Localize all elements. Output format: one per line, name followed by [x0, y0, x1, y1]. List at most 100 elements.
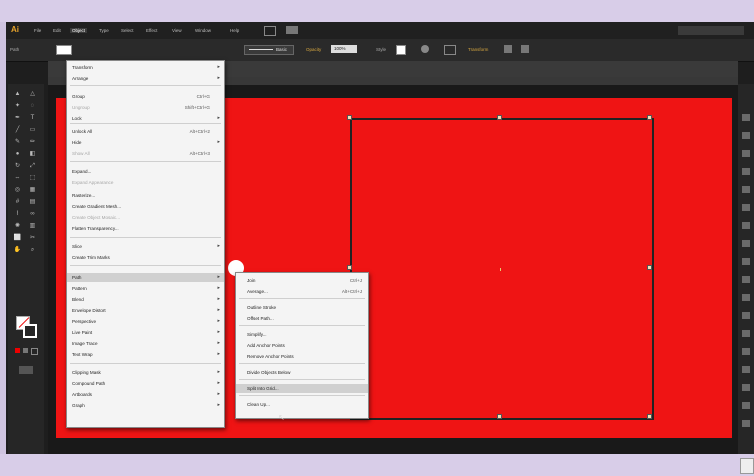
object-menu-item[interactable]: Compound Path ▸: [67, 379, 224, 388]
info-panel-icon[interactable]: [742, 420, 750, 427]
pathfinder-panel-icon[interactable]: [742, 330, 750, 337]
paintbrush-tool-icon[interactable]: ✎: [13, 138, 22, 146]
isolate-icon[interactable]: [504, 45, 512, 53]
arrange-documents-icon[interactable]: [286, 26, 298, 34]
handle-bottom-right[interactable]: [647, 414, 652, 419]
object-menu-item[interactable]: Graph ▸: [67, 401, 224, 410]
swatches-panel-icon[interactable]: [742, 132, 750, 139]
transform-panel-icon[interactable]: [742, 348, 750, 355]
style-swatch[interactable]: [396, 45, 406, 55]
opacity-label[interactable]: Opacity: [306, 47, 321, 52]
menu-window[interactable]: Window: [195, 28, 211, 33]
object-menu-item[interactable]: Perspective ▸: [67, 317, 224, 326]
path-submenu-item[interactable]: Remove Anchor Points: [236, 352, 368, 361]
transparency-panel-icon[interactable]: [742, 222, 750, 229]
artboards-panel-icon[interactable]: [742, 294, 750, 301]
none-mode-icon[interactable]: [31, 348, 38, 355]
layers-panel-icon[interactable]: [742, 276, 750, 283]
color-panel-icon[interactable]: [742, 114, 750, 121]
object-menu-item[interactable]: Clipping Mask ▸: [67, 368, 224, 377]
blend-tool-icon[interactable]: ∞: [28, 210, 37, 218]
width-tool-icon[interactable]: ⇔: [13, 174, 22, 182]
rotate-tool-icon[interactable]: ↻: [13, 162, 22, 170]
menu-select[interactable]: Select: [121, 28, 134, 33]
object-menu-item[interactable]: Flatten Transparency...: [67, 224, 224, 233]
menu-help[interactable]: Help: [230, 28, 239, 33]
object-menu-item[interactable]: Slice ▸: [67, 242, 224, 251]
hand-tool-icon[interactable]: ✋: [13, 246, 22, 254]
menu-object[interactable]: Object: [70, 28, 88, 33]
align-icon[interactable]: [444, 45, 456, 55]
links-panel-icon[interactable]: [742, 402, 750, 409]
object-menu-item[interactable]: Group Ctrl+G: [67, 92, 224, 101]
object-menu-item[interactable]: Path ▸: [67, 273, 224, 282]
line-tool-icon[interactable]: ╱: [13, 126, 22, 134]
stroke-color-box[interactable]: [23, 324, 37, 338]
handle-top-right[interactable]: [647, 115, 652, 120]
handle-top-left[interactable]: [347, 115, 352, 120]
object-menu-item[interactable]: Envelope Distort ▸: [67, 306, 224, 315]
object-menu-item[interactable]: Live Paint ▸: [67, 328, 224, 337]
path-submenu-item[interactable]: Divide Objects Below: [236, 368, 368, 377]
direct-selection-tool-icon[interactable]: △: [28, 90, 37, 98]
bridge-icon[interactable]: [264, 26, 276, 36]
perspective-grid-tool-icon[interactable]: ▦: [28, 186, 37, 194]
path-submenu-item[interactable]: Split Into Grid...: [236, 384, 368, 393]
object-menu-item[interactable]: Transform ▸: [67, 63, 224, 72]
brushes-panel-icon[interactable]: [742, 150, 750, 157]
handle-middle-left[interactable]: [347, 265, 352, 270]
path-submenu-item[interactable]: Average... Alt+Ctrl+J: [236, 287, 368, 296]
zoom-tool-icon[interactable]: ⌕: [28, 246, 37, 254]
paragraph-panel-icon[interactable]: [742, 384, 750, 391]
stroke-profile-dropdown[interactable]: Basic: [244, 45, 294, 55]
path-submenu-item[interactable]: Join Ctrl+J: [236, 276, 368, 285]
rectangle-tool-icon[interactable]: ▭: [28, 126, 37, 134]
character-panel-icon[interactable]: [742, 366, 750, 373]
object-menu-item[interactable]: Expand...: [67, 167, 224, 176]
free-transform-tool-icon[interactable]: ⬚: [28, 174, 37, 182]
object-menu-item[interactable]: Create Gradient Mesh...: [67, 202, 224, 211]
fill-swatch[interactable]: [56, 45, 72, 55]
graphic-styles-panel-icon[interactable]: [742, 258, 750, 265]
menu-effect[interactable]: Effect: [146, 28, 157, 33]
column-graph-tool-icon[interactable]: ▥: [28, 222, 37, 230]
handle-bottom-center[interactable]: [497, 414, 502, 419]
object-menu-item[interactable]: Hide ▸: [67, 138, 224, 147]
screen-mode-icon[interactable]: [19, 366, 33, 374]
gradient-panel-icon[interactable]: [742, 204, 750, 211]
align-panel-icon[interactable]: [742, 312, 750, 319]
mesh-tool-icon[interactable]: #: [13, 198, 22, 206]
slice-tool-icon[interactable]: ✂: [28, 234, 37, 242]
menu-file[interactable]: File: [34, 28, 41, 33]
menu-type[interactable]: Type: [99, 28, 109, 33]
magic-wand-tool-icon[interactable]: ✦: [13, 102, 22, 110]
recolor-icon[interactable]: [421, 45, 429, 53]
object-menu-item[interactable]: Create Trim Marks: [67, 253, 224, 262]
scale-tool-icon[interactable]: ⤢: [28, 162, 37, 170]
eyedropper-tool-icon[interactable]: ⌇: [13, 210, 22, 218]
color-mode-icon[interactable]: [15, 348, 20, 353]
object-menu-item[interactable]: Text Wrap ▸: [67, 350, 224, 359]
object-menu-item[interactable]: Artboards ▸: [67, 390, 224, 399]
menu-edit[interactable]: Edit: [53, 28, 61, 33]
object-menu-item[interactable]: Arrange ▸: [67, 74, 224, 83]
handle-middle-right[interactable]: [647, 265, 652, 270]
transform-link[interactable]: Transform: [468, 47, 488, 52]
object-menu-item[interactable]: Rasterize...: [67, 191, 224, 200]
type-tool-icon[interactable]: T: [28, 114, 37, 122]
path-submenu-item[interactable]: Simplify...: [236, 330, 368, 339]
object-menu-item[interactable]: Pattern ▸: [67, 284, 224, 293]
symbols-panel-icon[interactable]: [742, 168, 750, 175]
stroke-panel-icon[interactable]: [742, 186, 750, 193]
lasso-tool-icon[interactable]: ◌: [28, 102, 37, 110]
selection-tool-icon[interactable]: ▲: [13, 90, 22, 98]
gradient-mode-icon[interactable]: [23, 348, 28, 353]
object-menu-item[interactable]: Lock ▸: [67, 114, 224, 123]
pen-tool-icon[interactable]: ✒: [13, 114, 22, 122]
blob-brush-tool-icon[interactable]: ●: [13, 150, 22, 158]
menu-view[interactable]: View: [172, 28, 182, 33]
artboard-tool-icon[interactable]: ⬜: [13, 234, 22, 242]
handle-top-center[interactable]: [497, 115, 502, 120]
path-submenu-item[interactable]: Outline Stroke: [236, 303, 368, 312]
appearance-panel-icon[interactable]: [742, 240, 750, 247]
